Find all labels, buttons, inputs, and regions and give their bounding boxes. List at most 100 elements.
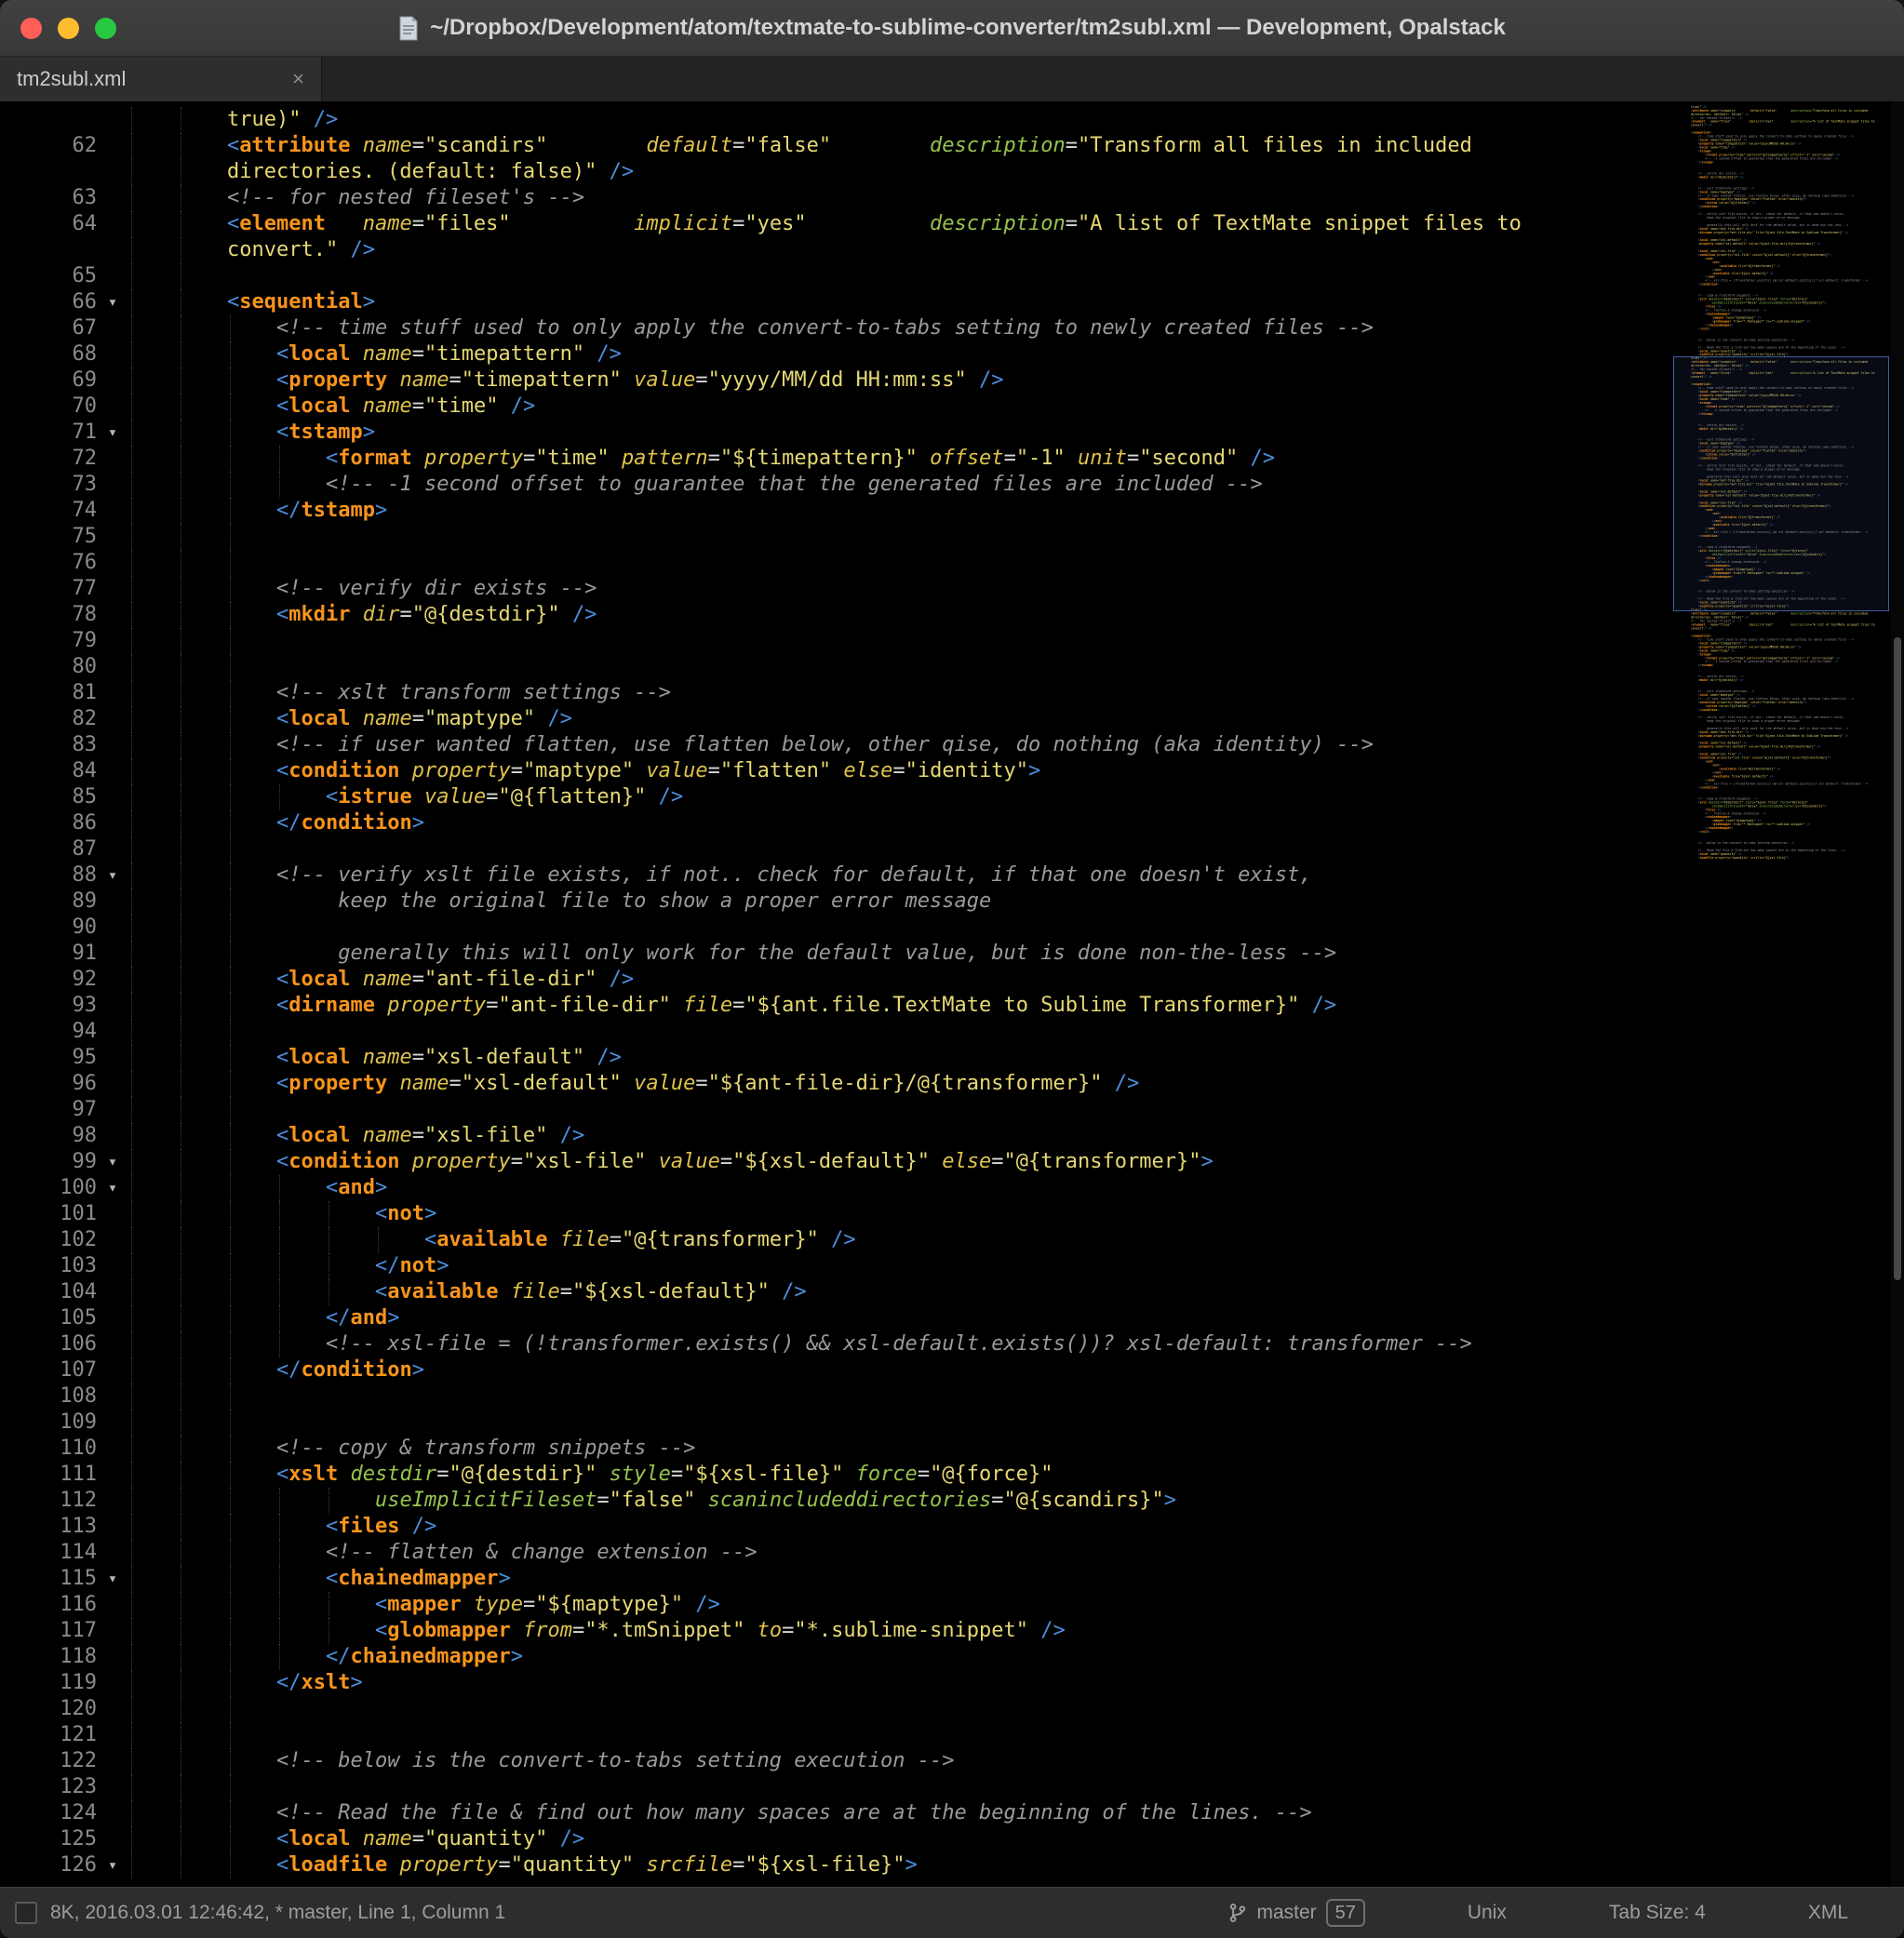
fold-arrow-icon[interactable]: ▾ [97, 862, 128, 889]
code-line[interactable]: 90 [0, 915, 1671, 941]
line-number[interactable]: 122 [0, 1748, 97, 1774]
code-line[interactable]: directories. (default: false)" /> [0, 159, 1671, 185]
line-number[interactable]: 121 [0, 1722, 97, 1748]
line-number[interactable]: 71 [0, 420, 98, 446]
fold-arrow-icon[interactable]: ▾ [97, 1175, 128, 1201]
scrollbar-thumb[interactable] [1894, 636, 1901, 1280]
code-line[interactable]: 115 ▾ <chainedmapper> [0, 1566, 1671, 1592]
line-number[interactable]: 79 [0, 628, 98, 654]
line-number[interactable]: 125 [0, 1826, 97, 1852]
line-number[interactable]: 104 [0, 1279, 97, 1305]
code-line[interactable]: 89 keep the original file to show a prop… [0, 889, 1671, 915]
code-line[interactable]: 121 [0, 1722, 1671, 1748]
tab-close-icon[interactable]: × [292, 67, 304, 91]
code-line[interactable]: 67 <!-- time stuff used to only apply the… [0, 315, 1671, 341]
code-line[interactable]: 76 [0, 550, 1671, 576]
code-line[interactable]: 112 useImplicitFileset="false" scaninclud… [0, 1488, 1671, 1514]
code-line[interactable]: 107 </condition> [0, 1357, 1671, 1383]
line-number[interactable]: 120 [0, 1696, 97, 1722]
line-number[interactable]: 115 [0, 1566, 97, 1592]
line-number[interactable]: 84 [0, 758, 98, 784]
code-line[interactable]: 64 <element name="files" implicit="yes" d… [0, 211, 1671, 237]
code-line[interactable]: 97 [0, 1097, 1671, 1123]
code-line[interactable]: 88 ▾ <!-- verify xslt file exists, if not.… [0, 862, 1671, 889]
line-number[interactable]: 67 [0, 315, 98, 341]
code-line[interactable]: 77 <!-- verify dir exists --> [0, 576, 1671, 602]
line-ending-indicator[interactable]: Unix [1468, 1902, 1507, 1924]
code-line[interactable]: 99 ▾ <condition property="xsl-file" value=… [0, 1149, 1671, 1175]
code-line[interactable]: 122 <!-- below is the convert-to-tabs set… [0, 1748, 1671, 1774]
code-line[interactable]: 106 <!-- xsl-file = (!transformer.exists(… [0, 1331, 1671, 1357]
code-line[interactable]: 117 <globmapper from="*.tmSnippet" to="*.… [0, 1618, 1671, 1644]
code-line[interactable]: 69 <property name="timepattern" value="yy… [0, 368, 1671, 394]
line-number[interactable]: 81 [0, 680, 98, 706]
code-line[interactable]: 79 [0, 628, 1671, 654]
code-line[interactable]: 65 [0, 263, 1671, 289]
minimap[interactable]: true)" /> <attribute name="scandirs" defa… [1671, 101, 1891, 1887]
line-number[interactable]: 90 [0, 915, 98, 941]
line-number[interactable]: 97 [0, 1097, 98, 1123]
line-number[interactable] [0, 107, 97, 133]
code-line[interactable]: 105 </and> [0, 1305, 1671, 1331]
line-number[interactable]: 73 [0, 472, 98, 498]
line-number[interactable]: 82 [0, 706, 98, 732]
code-line[interactable]: 85 <istrue value="@{flatten}" /> [0, 784, 1671, 810]
line-number[interactable]: 88 [0, 862, 98, 889]
code-line[interactable]: 103 </not> [0, 1253, 1671, 1279]
line-number[interactable]: 87 [0, 836, 98, 862]
line-number[interactable]: 117 [0, 1618, 97, 1644]
code-line[interactable]: 63 <!-- for nested fileset's --> [0, 185, 1671, 211]
line-number[interactable]: 119 [0, 1670, 97, 1696]
code-line[interactable]: 68 <local name="timepattern" /> [0, 341, 1671, 368]
code-line[interactable]: 93 <dirname property="ant-file-dir" file=… [0, 993, 1671, 1019]
line-number[interactable]: 77 [0, 576, 98, 602]
line-number[interactable]: 113 [0, 1514, 97, 1540]
code-line[interactable]: 84 <condition property="maptype" value="f… [0, 758, 1671, 784]
line-number[interactable]: 68 [0, 341, 98, 368]
line-number[interactable]: 72 [0, 446, 98, 472]
line-number[interactable]: 70 [0, 394, 98, 420]
line-number[interactable]: 101 [0, 1201, 97, 1227]
line-number[interactable]: 89 [0, 889, 98, 915]
syntax-indicator[interactable]: XML [1808, 1902, 1848, 1924]
line-number[interactable]: 112 [0, 1488, 97, 1514]
code-line[interactable]: 104 <available file="${xsl-default}" /> [0, 1279, 1671, 1305]
status-indicator-icon[interactable] [15, 1902, 37, 1924]
code-line[interactable]: 82 <local name="maptype" /> [0, 706, 1671, 732]
tab-size-indicator[interactable]: Tab Size: 4 [1609, 1902, 1706, 1924]
line-number[interactable]: 98 [0, 1123, 98, 1149]
line-number[interactable]: 93 [0, 993, 98, 1019]
code-line[interactable]: true)" /> [0, 107, 1671, 133]
line-number[interactable]: 75 [0, 524, 98, 550]
line-number[interactable]: 107 [0, 1357, 97, 1383]
code-line[interactable]: 81 <!-- xslt transform settings --> [0, 680, 1671, 706]
line-number[interactable]: 100 [0, 1175, 97, 1201]
line-number[interactable]: 78 [0, 602, 98, 628]
code-line[interactable]: 72 <format property="time" pattern="${tim… [0, 446, 1671, 472]
code-line[interactable]: 118 </chainedmapper> [0, 1644, 1671, 1670]
code-line[interactable]: 108 [0, 1383, 1671, 1410]
code-line[interactable]: convert." /> [0, 237, 1671, 263]
line-number[interactable]: 66 [0, 289, 98, 315]
code-line[interactable]: 102 <available file="@{transformer}" /> [0, 1227, 1671, 1253]
fold-arrow-icon[interactable]: ▾ [97, 1566, 128, 1592]
code-line[interactable]: 80 [0, 654, 1671, 680]
code-line[interactable]: 94 [0, 1019, 1671, 1045]
code-line[interactable]: 110 <!-- copy & transform snippets --> [0, 1436, 1671, 1462]
zoom-window-button[interactable] [95, 17, 116, 39]
git-branch[interactable]: master 57 [1228, 1899, 1365, 1927]
line-number[interactable]: 106 [0, 1331, 97, 1357]
code-line[interactable]: 111 <xslt destdir="@{destdir}" style="${x… [0, 1462, 1671, 1488]
line-number[interactable]: 96 [0, 1071, 98, 1097]
close-window-button[interactable] [20, 17, 42, 39]
line-number[interactable]: 114 [0, 1540, 97, 1566]
tab-tm2subl[interactable]: tm2subl.xml × [0, 57, 322, 101]
line-number[interactable]: 76 [0, 550, 98, 576]
code-line[interactable]: 120 [0, 1696, 1671, 1722]
code-line[interactable]: 125 <local name="quantity" /> [0, 1826, 1671, 1852]
code-line[interactable]: 91 generally this will only work for the… [0, 941, 1671, 967]
code-line[interactable]: 87 [0, 836, 1671, 862]
line-number[interactable]: 102 [0, 1227, 97, 1253]
code-line[interactable]: 62 <attribute name="scandirs" default="fa… [0, 133, 1671, 159]
line-number[interactable]: 103 [0, 1253, 97, 1279]
